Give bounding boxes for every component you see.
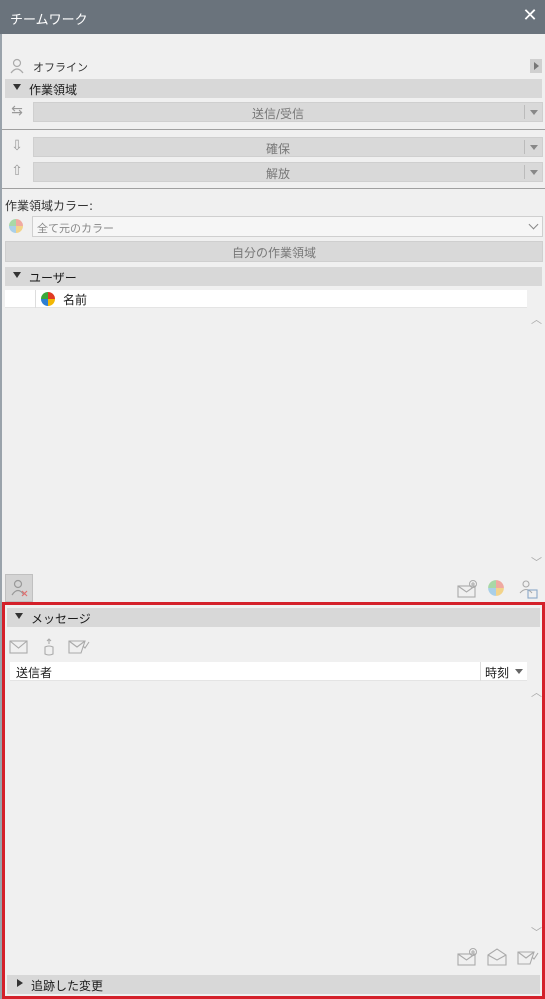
- envelope-icon: [9, 640, 28, 654]
- messages-list-header: 送信者 時刻: [10, 662, 527, 681]
- user-info-button[interactable]: [517, 579, 539, 599]
- chevron-down-icon[interactable]: [524, 140, 542, 154]
- messages-list-body: [10, 681, 527, 943]
- envelope-check-icon: [517, 951, 539, 965]
- workspace-header-label: 作業領域: [29, 83, 78, 97]
- compose-message-button[interactable]: [457, 947, 479, 967]
- release-button[interactable]: 解放: [33, 162, 543, 182]
- new-message-button[interactable]: [9, 638, 29, 656]
- release-label: 解放: [265, 167, 290, 181]
- scroll-up-arrow[interactable]: ︿: [531, 311, 542, 327]
- tracked-changes-section-header[interactable]: 追跡した変更: [7, 975, 540, 994]
- scroll-down-arrow[interactable]: ﹀: [531, 924, 542, 940]
- collapse-triangle-icon: [13, 84, 21, 90]
- open-message-button[interactable]: [487, 947, 509, 967]
- expand-triangle-icon: [17, 979, 23, 987]
- arrow-up-icon: ⇧: [11, 163, 23, 179]
- close-icon: ✕: [522, 5, 538, 26]
- status-label: オフライン: [33, 61, 88, 74]
- users-list-header: 名前: [5, 290, 527, 308]
- color-wheel-icon: [8, 218, 24, 234]
- mark-read-button[interactable]: [517, 947, 539, 967]
- request-button[interactable]: [39, 637, 59, 657]
- divider: [2, 188, 545, 189]
- color-wheel-icon: [488, 580, 504, 596]
- tracked-changes-header-label: 追跡した変更: [31, 979, 104, 993]
- status-expand-button[interactable]: [530, 59, 542, 73]
- mail-add-icon: [457, 580, 477, 598]
- column-divider: [35, 290, 36, 308]
- envelope-open-icon: [487, 948, 507, 966]
- window-title: チームワーク: [10, 13, 88, 28]
- send-receive-icon: ⇆: [11, 103, 23, 119]
- my-workspace-label: 自分の作業領域: [231, 246, 316, 260]
- reserve-label: 確保: [265, 142, 290, 156]
- divider: [2, 129, 545, 130]
- reply-message-button[interactable]: [68, 638, 90, 656]
- users-list-body: [5, 308, 527, 568]
- users-header-label: ユーザー: [29, 271, 77, 285]
- invite-mail-button[interactable]: [457, 579, 479, 599]
- chevron-down-icon[interactable]: [524, 165, 542, 179]
- my-workspace-button[interactable]: 自分の作業領域: [5, 241, 543, 262]
- chevron-down-icon[interactable]: [524, 105, 542, 119]
- user-disconnect-icon: [11, 579, 28, 597]
- users-section-header[interactable]: ユーザー: [5, 267, 542, 286]
- hand-request-icon: [44, 638, 54, 656]
- color-select-value: 全て元のカラー: [37, 222, 114, 235]
- column-header-time[interactable]: 時刻: [485, 664, 509, 681]
- scroll-up-arrow[interactable]: ︿: [531, 684, 542, 700]
- column-divider: [480, 662, 481, 681]
- user-color-column-icon: [40, 291, 56, 307]
- mail-add-icon: [457, 948, 477, 966]
- workspace-color-label: 作業領域カラー:: [5, 199, 94, 213]
- send-receive-label: 送信/受信: [251, 107, 305, 121]
- envelope-check-icon: [68, 640, 90, 654]
- scroll-down-arrow[interactable]: ﹀: [531, 554, 542, 570]
- user-color-button[interactable]: [487, 579, 507, 599]
- workspace-color-select[interactable]: 全て元のカラー: [32, 216, 543, 237]
- sort-down-icon[interactable]: [515, 669, 523, 674]
- column-header-name[interactable]: 名前: [63, 291, 87, 308]
- messages-section-header[interactable]: メッセージ: [7, 608, 540, 627]
- collapse-triangle-icon: [15, 613, 23, 619]
- teamwork-panel: オフライン 作業領域 ⇆ 送信/受信 ⇩ 確保 ⇧ 解放 作業領域カラー: 全て…: [2, 34, 545, 999]
- user-info-icon: [519, 580, 538, 599]
- workspace-section-header[interactable]: 作業領域: [5, 79, 542, 98]
- messages-header-label: メッセージ: [31, 612, 91, 626]
- collapse-triangle-icon: [13, 272, 21, 278]
- close-button[interactable]: ✕: [519, 5, 541, 27]
- chevron-down-icon: [528, 219, 539, 230]
- reserve-button[interactable]: 確保: [33, 137, 543, 157]
- title-bar: チームワーク ✕: [0, 0, 545, 34]
- arrow-down-icon: ⇩: [11, 138, 23, 154]
- user-disconnect-button[interactable]: [5, 574, 33, 602]
- user-status-icon: [8, 57, 26, 75]
- chevron-right-icon: [534, 62, 539, 70]
- column-header-sender[interactable]: 送信者: [16, 664, 52, 681]
- send-receive-button[interactable]: 送信/受信: [33, 102, 543, 122]
